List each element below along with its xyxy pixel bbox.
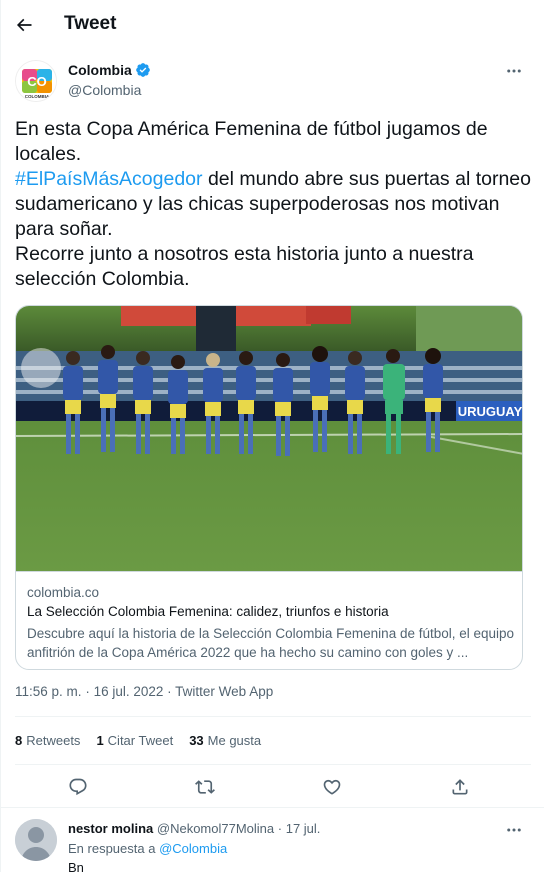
retweet-icon (195, 780, 215, 794)
share-icon (452, 779, 468, 795)
divider (15, 764, 531, 765)
quote-count: 1 (96, 733, 104, 748)
reply-date[interactable]: 17 jul. (286, 821, 321, 836)
likes-count: 33 (189, 733, 204, 748)
stat-likes[interactable]: 33 Me gusta (189, 733, 261, 748)
verified-badge-icon (135, 63, 150, 77)
card-image[interactable]: URUGUAY (16, 306, 523, 572)
retweets-label: Retweets (26, 733, 81, 748)
reply-button[interactable] (65, 774, 91, 800)
author-name-text[interactable]: Colombia (68, 62, 132, 78)
stat-retweets[interactable]: 8 Retweets (15, 733, 80, 748)
likes-label: Me gusta (207, 733, 262, 748)
like-icon (323, 779, 341, 795)
author-name[interactable]: Colombia (68, 62, 151, 78)
avatar-logo-text: CO (27, 74, 47, 89)
replying-to-prefix: En respuesta a (68, 841, 156, 856)
link-preview-card[interactable]: URUGUAY colombia.co La Selección Colombi… (15, 305, 523, 670)
reply-separator: · (277, 821, 283, 836)
like-button[interactable] (319, 774, 345, 800)
card-domain: colombia.co (27, 585, 100, 600)
reply-avatar[interactable] (15, 819, 57, 861)
tweet-text: En esta Copa América Femenina de fútbol … (15, 117, 531, 292)
page-title: Tweet (64, 13, 117, 34)
engagement-stats: 8 Retweets 1 Citar Tweet 33 Me gusta (15, 733, 277, 748)
tweet-source[interactable]: Twitter Web App (175, 684, 273, 699)
meta-separator: · (167, 684, 172, 699)
tweet-time[interactable]: 11:56 p. m. (15, 684, 82, 699)
author-avatar[interactable]: CO COLOMBIA (15, 60, 57, 102)
tweet-actions (1, 766, 544, 806)
share-button[interactable] (447, 774, 473, 800)
tweet-line-1: En esta Copa América Femenina de fútbol … (15, 118, 488, 165)
team-photo-illustration: URUGUAY (16, 306, 523, 571)
avatar-logo-subtext: COLOMBIA (25, 94, 50, 99)
tweet-line-2: #ElPaísMásAcogedor del mundo abre sus pu… (15, 167, 531, 242)
retweet-button[interactable] (192, 774, 218, 800)
card-title: La Selección Colombia Femenina: calidez,… (27, 604, 389, 619)
tweet-detail-page: Tweet CO COLOMBIA Colombia @Colombia En … (0, 0, 544, 872)
colombia-logo-icon: CO COLOMBIA (16, 61, 56, 101)
reply-text: Bn (68, 860, 84, 872)
hashtag-link[interactable]: #ElPaísMásAcogedor (15, 168, 203, 190)
quote-label: Citar Tweet (107, 733, 174, 748)
replying-to-mention[interactable]: @Colombia (159, 841, 227, 856)
default-avatar-icon (15, 819, 57, 861)
author-handle[interactable]: @Colombia (68, 82, 141, 98)
header: Tweet (1, 0, 544, 50)
stat-quote-tweets[interactable]: 1 Citar Tweet (96, 733, 173, 748)
banner-text: URUGUAY (458, 404, 523, 419)
back-button[interactable] (7, 8, 41, 42)
arrow-left-icon (16, 18, 32, 32)
reply-more-options-button[interactable] (501, 819, 527, 841)
meta-separator: · (85, 684, 90, 699)
card-description: Descubre aquí la historia de la Selecció… (27, 626, 515, 660)
tweet-line-3: Recorre junto a nosotros esta historia j… (15, 243, 474, 290)
reply-icon (69, 778, 87, 796)
replying-to: En respuesta a @Colombia (68, 841, 227, 856)
reply-author-name[interactable]: nestor molina (68, 821, 153, 836)
reply-author-handle[interactable]: @Nekomol77Molina (157, 821, 274, 836)
divider (1, 807, 544, 808)
more-dots-icon (507, 69, 521, 73)
tweet-date[interactable]: 16 jul. 2022 (94, 684, 164, 699)
retweets-count: 8 (15, 733, 23, 748)
divider (15, 716, 531, 717)
tweet-meta: 11:56 p. m. · 16 jul. 2022 · Twitter Web… (15, 684, 273, 699)
more-options-button[interactable] (501, 60, 527, 82)
more-dots-icon (507, 828, 521, 832)
reply-header: nestor molina @Nekomol77Molina · 17 jul. (68, 821, 320, 836)
